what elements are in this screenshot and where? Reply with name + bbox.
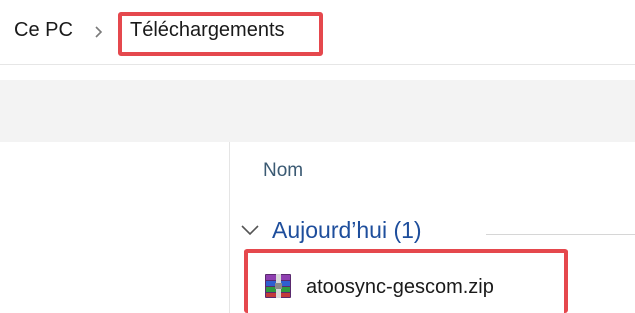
winrar-archive-icon [265, 274, 291, 298]
column-header-nom[interactable]: Nom [263, 160, 303, 182]
breadcrumb-item-telechargements[interactable]: Téléchargements [130, 19, 285, 42]
group-header-today[interactable]: Aujourd’hui (1) [272, 217, 422, 244]
divider [0, 64, 635, 65]
navigation-pane-divider[interactable] [229, 142, 230, 313]
breadcrumb-item-ce-pc[interactable]: Ce PC [14, 19, 73, 42]
breadcrumb: Ce PC Téléchargements [0, 0, 635, 64]
file-row[interactable]: atoosync-gescom.zip [256, 264, 556, 306]
command-bar [0, 80, 635, 142]
file-name[interactable]: atoosync-gescom.zip [306, 276, 494, 299]
chevron-down-icon[interactable] [240, 223, 260, 237]
chevron-right-icon[interactable] [92, 24, 106, 40]
group-divider [486, 234, 635, 235]
